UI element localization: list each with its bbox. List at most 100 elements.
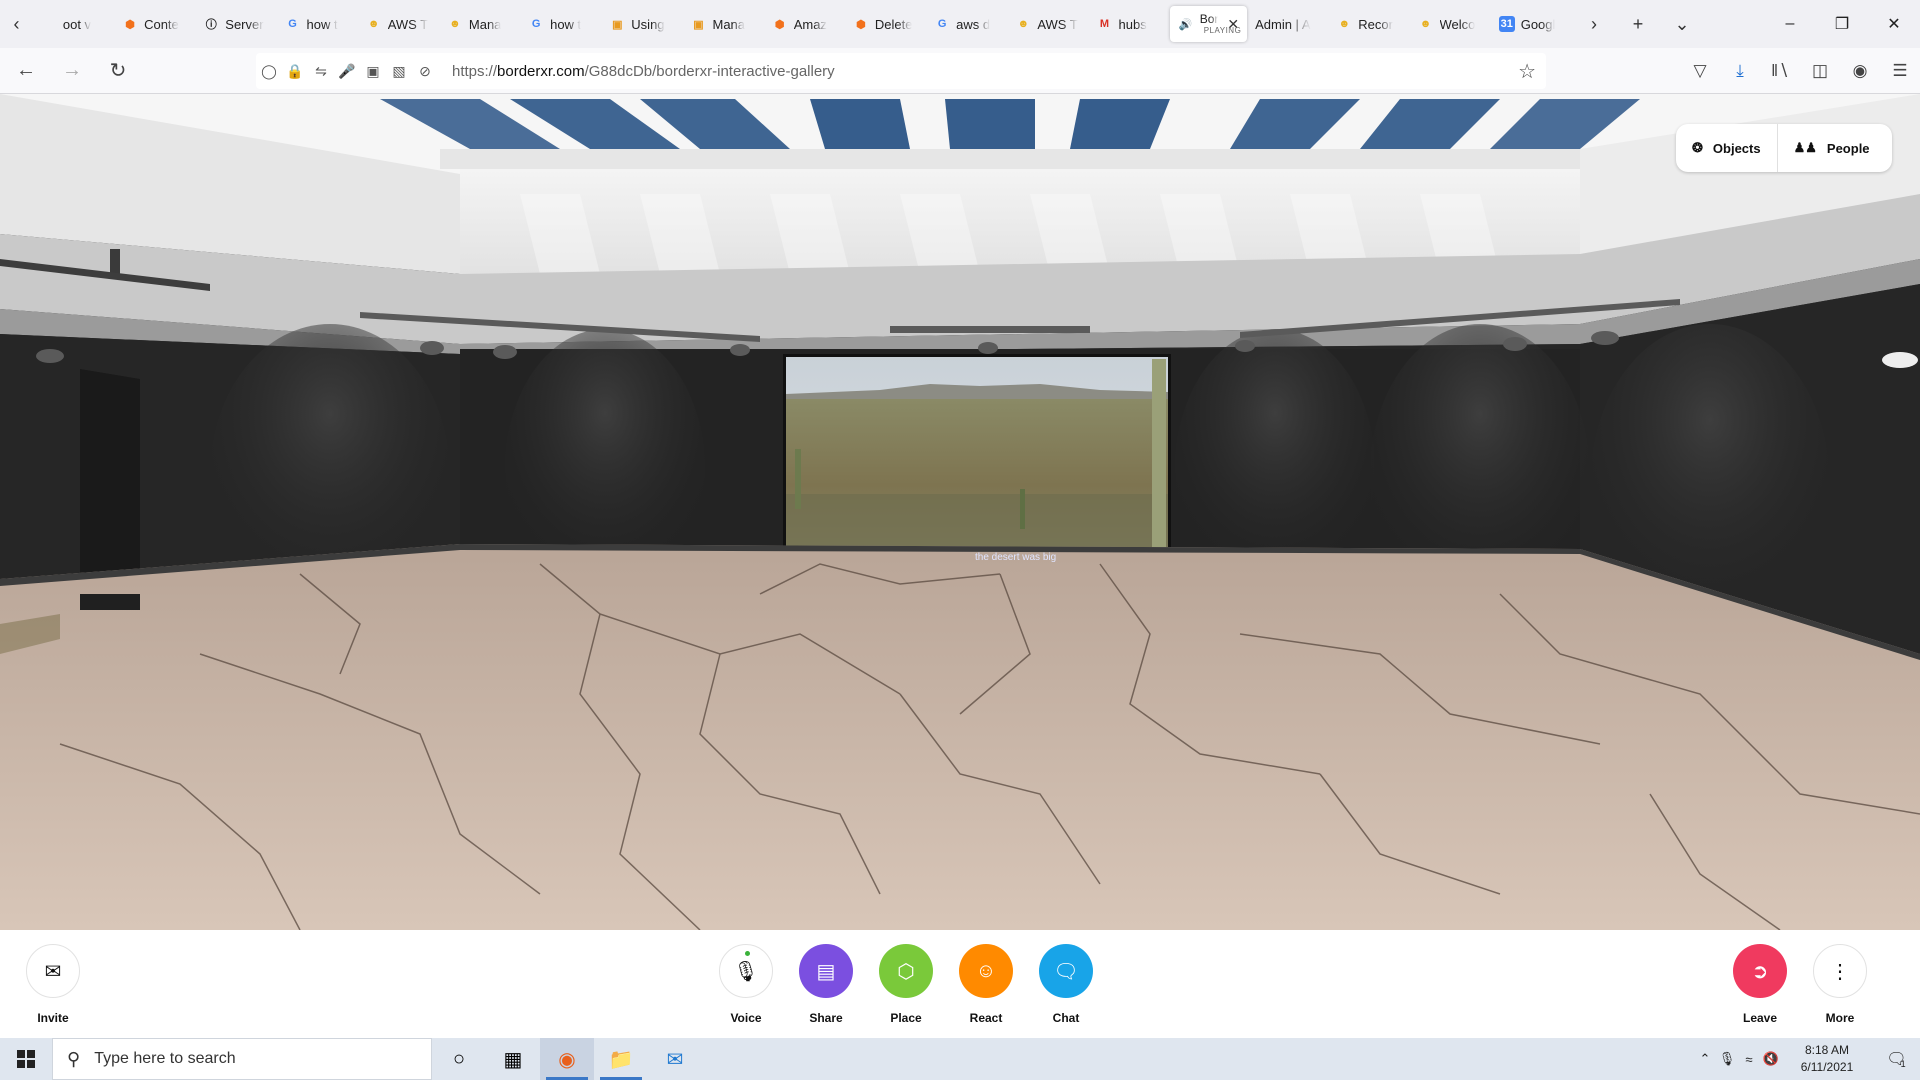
task-view-icon[interactable]: ▦ [486,1038,540,1080]
firefox-icon[interactable]: ◉ [540,1038,594,1080]
react-button[interactable]: ☺ React [946,944,1026,1025]
cortana-icon[interactable]: ○ [432,1038,486,1080]
chat-label: Chat [1052,1011,1080,1025]
speaker-icon: 🔊 [1178,18,1193,31]
aws-cube-icon: ⬢ [125,18,135,31]
tab[interactable]: ☻ Welco [1410,6,1491,42]
tab[interactable]: Ghow t [276,6,357,42]
tab[interactable]: ☻ Mana [439,6,520,42]
mic-active-dot [745,951,750,956]
tab[interactable]: Mhubs [1089,6,1170,42]
search-icon: ⚲ [67,1048,81,1069]
tab[interactable]: Gaws d [926,6,1007,42]
network-icon[interactable]: ≈ [1738,1052,1760,1067]
tab[interactable]: Admin | A [1247,6,1328,42]
lock-icon[interactable]: 🔒 [282,53,308,89]
microphone-in-use-icon[interactable]: 🎙 [1716,1051,1738,1067]
scroll-tabs-left-button[interactable]: ‹ [0,0,33,48]
camera-blocked-icon[interactable]: ▣ [360,53,386,89]
room-toolbar: ✉ Invite 🎙 Voice ▤ Share ⬡ Place ☺ React… [0,930,1920,1038]
reload-button[interactable]: ↻ [98,53,138,89]
tab-label: oot v [62,16,92,32]
tab[interactable]: ⬢ Amaz [764,6,845,42]
pocket-icon[interactable]: ▽ [1680,48,1720,94]
more-button[interactable]: ⋮ More [1800,944,1880,1025]
tab[interactable]: oot v [33,6,114,42]
list-all-tabs-button[interactable]: ⌄ [1660,0,1704,48]
downloads-icon[interactable]: ⤓ [1720,48,1760,94]
volume-muted-icon[interactable]: 🔇 [1760,1051,1782,1067]
tab[interactable]: ⬢ Conte [114,6,195,42]
mail-icon[interactable]: ✉ [648,1038,702,1080]
tab-label: Bor [1199,12,1219,26]
permissions-icon[interactable]: ⇋ [308,53,334,89]
tab-label: how t [306,16,338,32]
tab-label: Amaz [793,16,827,32]
show-hidden-icons-chevron-icon[interactable]: ⌃ [1694,1051,1716,1067]
bookmark-star-icon[interactable]: ☆ [1518,59,1536,84]
hubs-duck-icon: ☻ [1419,18,1432,30]
tab[interactable]: ☻ Recor [1328,6,1409,42]
gallery-3d-viewport[interactable]: the desert was big ❂ Objects ♟♟ People [0,94,1920,930]
tab-label: Conte [144,16,179,32]
tab[interactable]: ▣ Mana [683,6,764,42]
screen-share-blocked-icon[interactable]: ▧ [386,53,412,89]
tab-label: Googl [1520,16,1556,32]
react-label: React [969,1011,1003,1025]
tab[interactable]: 31 Googl [1491,6,1572,42]
library-icon[interactable]: ‖∖ [1760,48,1800,94]
tab[interactable]: ☻ AWS T [358,6,439,42]
voice-button[interactable]: 🎙 Voice [706,944,786,1025]
account-icon[interactable]: ◉ [1840,48,1880,94]
tab-label: Delete [874,16,913,32]
restore-button[interactable]: ❐ [1816,0,1868,48]
more-label: More [1825,1011,1855,1025]
google-calendar-icon: 31 [1498,16,1515,32]
windows-taskbar: ⚲ Type here to search ○ ▦ ◉ 📁 ✉ ⌃ 🎙 ≈ 🔇 … [0,1038,1920,1080]
people-button[interactable]: ♟♟ People [1776,124,1886,172]
tab-label: Using [631,16,665,32]
objects-button[interactable]: ❂ Objects [1676,124,1777,172]
invite-button[interactable]: ✉ Invite [13,944,93,1025]
file-explorer-icon[interactable]: 📁 [594,1038,648,1080]
share-button[interactable]: ▤ Share [786,944,866,1025]
info-icon: ⓘ [205,19,217,31]
microphone-active-icon[interactable]: 🎤 [334,53,360,89]
chat-button[interactable]: 🗨 Chat [1026,944,1106,1025]
taskbar-search-box[interactable]: ⚲ Type here to search [52,1038,432,1080]
microphone-icon: 🎙 [719,944,773,998]
google-icon: G [531,18,541,30]
tab[interactable]: Ghow t [520,6,601,42]
leave-button[interactable]: ➲ Leave [1720,944,1800,1025]
url-text[interactable]: https://borderxr.com/G88dcDb/borderxr-in… [452,63,835,80]
close-window-button[interactable]: ✕ [1868,0,1920,48]
new-tab-button[interactable]: + [1616,0,1660,48]
clock-date: 6/11/2021 [1800,1060,1854,1074]
back-button[interactable]: ← [6,53,46,89]
objects-label: Objects [1712,140,1761,156]
place-button[interactable]: ⬡ Place [866,944,946,1025]
url-path: /G88dcDb/borderxr-interactive-gallery [584,62,835,80]
tab[interactable]: ⓘ Server [195,6,276,42]
tab-label: aws d [956,16,991,32]
windows-start-button[interactable] [0,1038,52,1080]
tab[interactable]: ☻ AWS T [1007,6,1088,42]
clock[interactable]: 8:18 AM 6/11/2021 [1782,1042,1872,1076]
tab[interactable]: ▣ Using [601,6,682,42]
url-bar[interactable]: ◯ 🔒 ⇋ 🎤 ▣ ▧ ⊘ https://borderxr.com/G88dc… [256,53,1546,89]
menu-icon[interactable]: ☰ [1880,48,1920,94]
tab-active[interactable]: 🔊 Bor PLAYING ✕ [1169,6,1248,42]
url-host: borderxr.com [497,62,585,80]
tracking-protection-shield-icon[interactable]: ◯ [256,53,282,89]
minimize-button[interactable]: – [1764,0,1816,48]
sidebar-icon[interactable]: ◫ [1800,48,1840,94]
gmail-icon: M [1099,18,1110,30]
url-scheme: https:// [452,62,498,80]
video-screen[interactable] [783,354,1171,576]
scroll-tabs-right-button[interactable]: › [1572,0,1616,48]
notifications-icon[interactable]: 🗨 1 [1872,1049,1920,1069]
autoplay-blocked-icon[interactable]: ⊘ [412,53,438,89]
forward-button[interactable]: → [52,53,92,89]
tab[interactable]: ⬢ Delete [845,6,926,42]
hubs-duck-icon: ☻ [1017,18,1030,30]
